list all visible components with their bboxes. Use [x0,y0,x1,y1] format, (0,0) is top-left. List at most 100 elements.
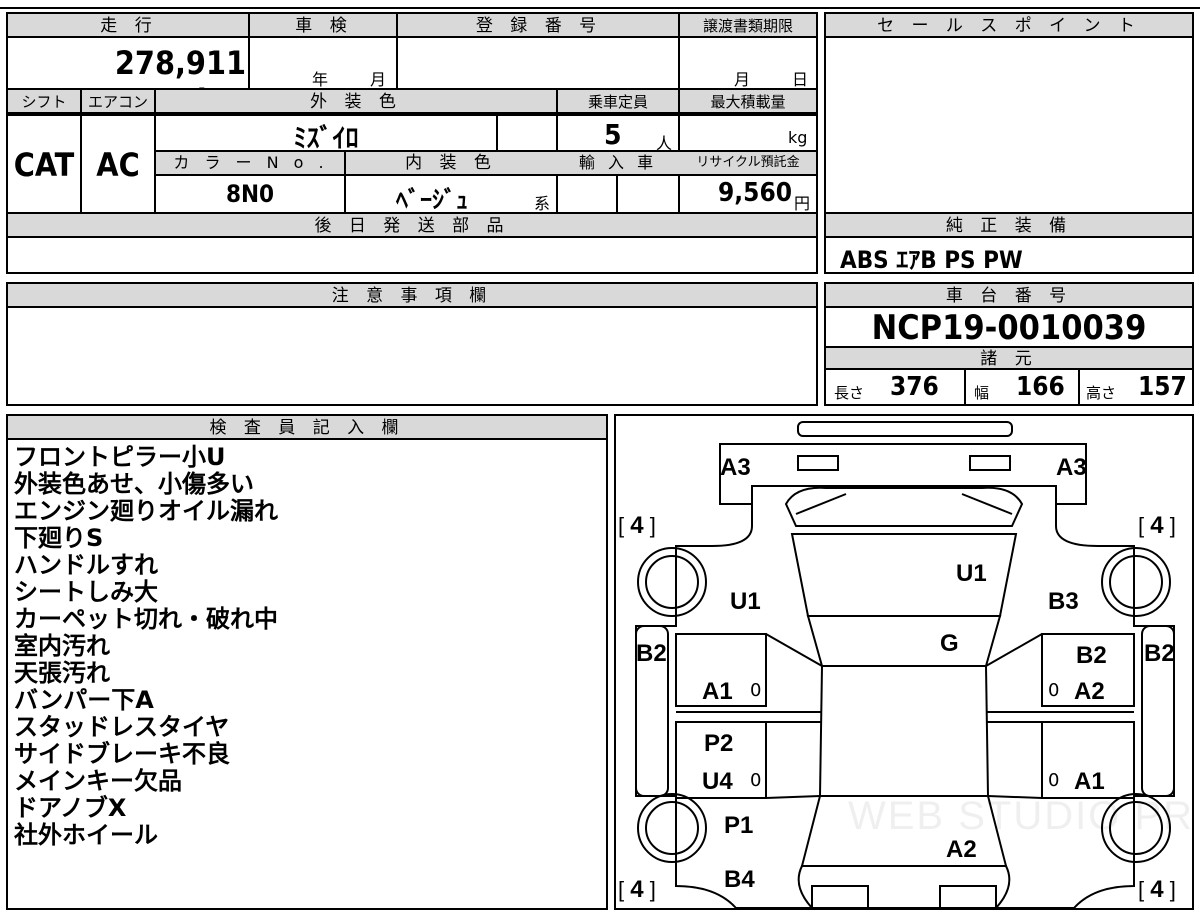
mileage-header: 走 行 [100,16,158,36]
left-door-line [765,633,823,799]
specs-header: 諸 元 [826,348,1192,370]
damage-right-rear-fender: B3 [1048,588,1079,615]
sales-point-box: セ ー ル ス ポ イ ン ト 純 正 装 備 ABS ｴｱB PS PW [824,12,1194,274]
recycle-unit: 円 [794,194,811,213]
damage-rear-glass: U1 [956,560,987,587]
inspector-note-item: 外装色あせ、小傷多い [14,470,254,498]
zero-mark-4: 0 [1048,770,1060,791]
max-load-header: 最大積載量 [710,93,786,111]
car-diagram-box: WEB STUDIO PRO [ 4 ] [ 4 ] [ 4 ] [ 4 ] A… [614,414,1194,910]
registration-header: 登 録 番 号 [475,16,603,36]
inspector-note-item: スタッドレスタイヤ [14,713,230,741]
height-label: 高さ [1086,384,1117,402]
inspector-note-item: ハンドルすれ [14,551,158,579]
roof-center [818,665,990,797]
damage-left-front-door-1: P2 [704,730,734,757]
capacity-value: 5 [604,118,622,151]
rear-window [784,486,1024,527]
wheel-front-left [637,793,707,863]
damage-roof: G [940,630,959,657]
damage-left-front-bumper: B4 [724,866,755,893]
damage-left-front-door-2: U4 [702,768,733,795]
interior-color-header: 内 装 色 [405,153,497,173]
inspector-note-item: サイドブレーキ不良 [14,740,230,768]
chassis-header: 車 台 番 号 [826,284,1192,308]
deadline-month-unit: 月 [734,70,751,89]
genuine-equipment-value: ABS ｴｱB PS PW [840,246,1023,274]
inspector-note-item: フロントピラー小U [14,443,226,471]
wheel-rear-left [637,547,707,617]
wheel-rear-left-inner [645,555,699,609]
color-no-header: カ ラ ー N o . [173,153,329,172]
inspection-header: 車 検 [295,16,353,36]
wheel-front-left-inner [645,801,699,855]
wheel-rear-right [1101,547,1171,617]
chassis-box: 車 台 番 号 NCP19-0010039 諸 元 長さ 376 幅 166 高… [824,282,1194,406]
inspector-note-item: カーペット切れ・破れ中 [14,605,278,633]
height-value: 157 [1138,372,1187,402]
front-bumper-left [811,885,869,908]
recycle-header: リサイクル預託金 [696,155,800,170]
load-unit: kg [788,128,808,147]
rear-lamp-right [969,455,1011,471]
roof [806,615,1002,667]
tire-depth-rear-left: [ 4 ] [618,512,656,539]
interior-suffix: 系 [534,194,551,213]
damage-right-front-door: A1 [1074,768,1105,795]
inspection-year-unit: 年 [312,70,329,89]
inspector-header: 検 査 員 記 入 欄 [8,416,606,440]
chassis-value: NCP19-0010039 [871,308,1147,348]
damage-left-rear-door: A1 [702,678,733,705]
damage-hood: A2 [946,836,977,863]
inspector-note-item: エンジン廻りオイル漏れ [14,497,278,525]
notes-header: 注 意 事 項 欄 [8,284,816,308]
zero-mark-3: 0 [750,770,762,791]
rear-body [719,443,1087,505]
shift-value: CAT [13,146,75,184]
notes-box: 注 意 事 項 欄 [6,282,818,406]
aircon-value: AC [96,146,140,184]
rear-window-inner [795,493,1013,515]
top-strip-line [0,7,1200,9]
inspector-note-item: 下廻りS [14,524,104,552]
wheel-rear-right-inner [1109,555,1163,609]
exterior-color-header: 外 装 色 [310,92,402,112]
aircon-header: エアコン [87,93,148,111]
damage-rear-right: A3 [1056,454,1087,481]
sales-point-header: セ ー ル ス ポ イ ン ト [826,14,1192,38]
inspector-note-item: メインキー欠品 [14,767,182,795]
damage-right-door-outer: B2 [1076,642,1107,669]
watermark: WEB STUDIO PRO [848,794,1194,838]
genuine-equipment-header: 純 正 装 備 [826,214,1192,238]
interior-color-value: ﾍﾞｰｼﾞｭ [396,186,468,214]
inspector-note-item: 天張汚れ [14,659,110,687]
tire-depth-rear-right: [ 4 ] [1138,512,1176,539]
width-value: 166 [1016,372,1065,402]
front-bumper-right [939,885,997,908]
length-value: 376 [890,372,939,402]
inspector-note-item: 室内汚れ [14,632,110,660]
import-header: 輸 入 車 [578,153,658,172]
inspection-month-unit: 月 [370,70,387,89]
inspector-box: 検 査 員 記 入 欄 フロントピラー小U 外装色あせ、小傷多い エンジン廻りオイル… [6,414,608,910]
capacity-header: 乗車定員 [587,93,648,111]
deadline-header: 譲渡書類期限 [702,17,793,35]
zero-mark-2: 0 [1048,680,1060,701]
rear-spoiler [797,421,1013,437]
right-door-line [985,633,1043,799]
shift-header: シフト [21,93,67,111]
damage-rear-left: A3 [720,454,751,481]
inspector-note-item: 社外ホイール [14,821,158,849]
vehicle-info-table: 走 行 車 検 登 録 番 号 譲渡書類期限 278,911 km 年 月 月 … [6,12,818,274]
damage-left-rear-fender: U1 [730,588,761,615]
color-no-value: 8N0 [225,180,275,208]
inspector-note-item: バンパー下A [14,686,154,714]
width-label: 幅 [974,384,990,402]
length-label: 長さ [834,384,865,402]
damage-left-quarter: B2 [636,640,667,667]
later-shipping-header: 後 日 発 送 部 品 [8,214,816,238]
deadline-day-unit: 日 [792,70,809,89]
damage-right-rear-door: A2 [1074,678,1105,705]
inspector-notes-list: フロントピラー小U 外装色あせ、小傷多い エンジン廻りオイル漏れ 下廻りS ハンドルすれ… [14,444,278,849]
damage-left-front-fender: P1 [724,812,754,839]
